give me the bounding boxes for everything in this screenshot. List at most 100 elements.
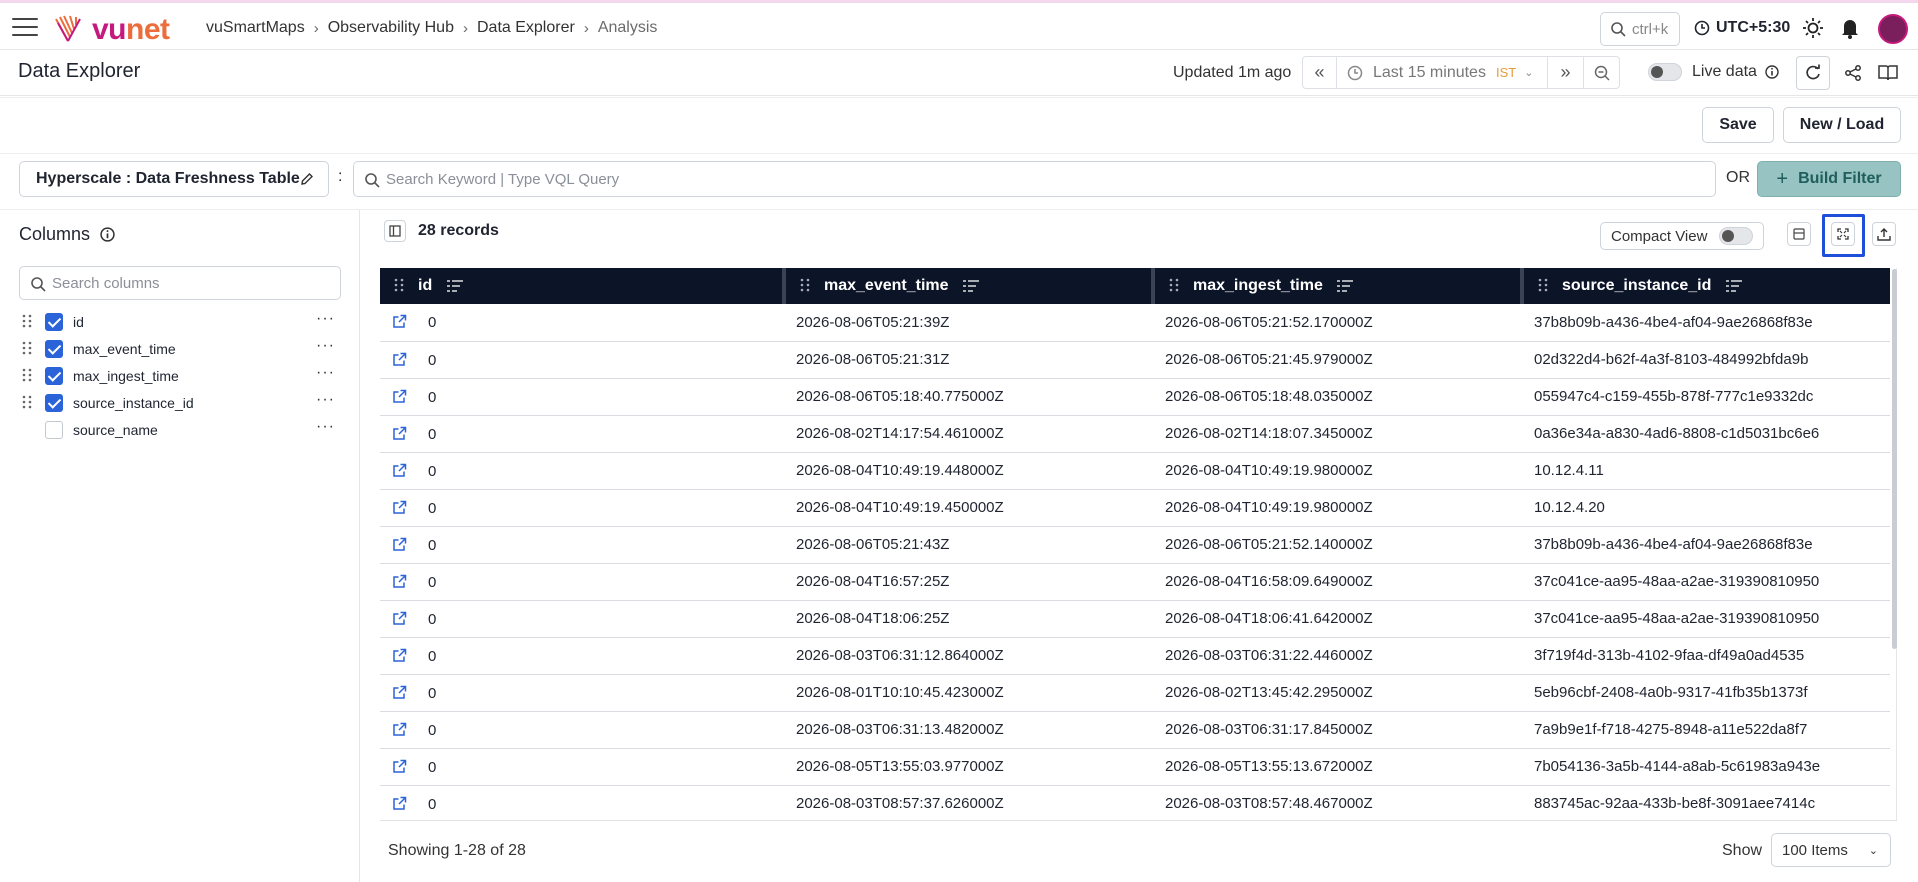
- table-row[interactable]: 0 2026-08-06T05:21:43Z 2026-08-06T05:21:52…: [380, 526, 1890, 563]
- compact-view-label: Compact View: [1611, 227, 1708, 245]
- drag-handle-icon[interactable]: [22, 395, 32, 409]
- cell-max-event-time: 2026-08-04T16:57:25Z: [796, 573, 950, 590]
- live-data-toggle[interactable]: [1648, 63, 1682, 81]
- time-forward-button[interactable]: »: [1547, 57, 1583, 88]
- table-row[interactable]: 0 2026-08-04T18:06:25Z 2026-08-04T18:06:41…: [380, 600, 1890, 637]
- column-checkbox[interactable]: [45, 367, 63, 385]
- table-row[interactable]: 0 2026-08-04T10:49:19.450000Z 2026-08-04T1…: [380, 489, 1890, 526]
- zoom-out-button[interactable]: [1583, 57, 1619, 88]
- external-link-icon[interactable]: [392, 426, 407, 445]
- more-options-icon[interactable]: ···: [316, 364, 335, 382]
- drag-handle-icon[interactable]: [22, 341, 32, 355]
- external-link-icon[interactable]: [392, 574, 407, 593]
- external-link-icon[interactable]: [392, 796, 407, 815]
- info-icon[interactable]: [1765, 65, 1779, 79]
- column-item-max-event-time[interactable]: max_event_time ···: [0, 335, 360, 362]
- compact-view-toggle[interactable]: [1719, 227, 1753, 245]
- refresh-button[interactable]: [1796, 56, 1830, 90]
- save-button[interactable]: Save: [1702, 107, 1774, 143]
- column-search-input[interactable]: Search columns: [19, 266, 341, 300]
- more-options-icon[interactable]: ···: [316, 418, 335, 436]
- column-checkbox[interactable]: [45, 394, 63, 412]
- external-link-icon[interactable]: [392, 314, 407, 333]
- table-row[interactable]: 0 2026-08-05T13:55:03.977000Z 2026-08-05T1…: [380, 748, 1890, 785]
- avatar[interactable]: [1878, 14, 1908, 44]
- drag-handle-icon[interactable]: [22, 314, 32, 328]
- page-size-select[interactable]: 100 Items ⌄: [1771, 833, 1891, 867]
- share-icon[interactable]: [1843, 63, 1863, 83]
- table-row[interactable]: 0 2026-08-04T16:57:25Z 2026-08-04T16:58:09…: [380, 563, 1890, 600]
- drag-handle-icon[interactable]: [22, 368, 32, 382]
- chevron-right-icon: ›: [313, 19, 319, 37]
- global-search-button[interactable]: ctrl+k: [1600, 12, 1680, 46]
- column-checkbox[interactable]: [45, 340, 63, 358]
- more-options-icon[interactable]: ···: [316, 337, 335, 355]
- breadcrumb-item-vusmartmaps[interactable]: vuSmartMaps: [206, 19, 305, 37]
- toggle-columns-panel-button[interactable]: [384, 220, 406, 242]
- bell-icon[interactable]: [1839, 17, 1861, 39]
- column-item-source-instance-id[interactable]: source_instance_id ···: [0, 389, 360, 416]
- timezone-selector[interactable]: UTC+5:30: [1694, 19, 1790, 37]
- table-row[interactable]: 0 2026-08-02T14:17:54.461000Z 2026-08-02T1…: [380, 415, 1890, 452]
- sort-icon[interactable]: [446, 280, 463, 292]
- table-row[interactable]: 0 2026-08-06T05:18:40.775000Z 2026-08-06T0…: [380, 378, 1890, 415]
- external-link-icon[interactable]: [392, 611, 407, 630]
- external-link-icon[interactable]: [392, 685, 407, 704]
- external-link-icon[interactable]: [392, 389, 407, 408]
- table-row[interactable]: 0 2026-08-03T06:31:12.864000Z 2026-08-03T0…: [380, 637, 1890, 674]
- breadcrumb-item-analysis: Analysis: [597, 19, 658, 36]
- external-link-icon[interactable]: [392, 537, 407, 556]
- breadcrumb-item-observability-hub[interactable]: Observability Hub: [328, 19, 454, 37]
- menu-icon[interactable]: [12, 18, 38, 38]
- records-toolbar: 28 records: [384, 220, 499, 242]
- data-source-selector[interactable]: Hyperscale : Data Freshness Table: [19, 161, 329, 197]
- column-item-max-ingest-time[interactable]: max_ingest_time ···: [0, 362, 360, 389]
- external-link-icon[interactable]: [392, 648, 407, 667]
- export-button[interactable]: [1872, 222, 1896, 246]
- new-load-button[interactable]: New / Load: [1783, 107, 1901, 143]
- book-icon[interactable]: [1878, 63, 1898, 83]
- drag-handle-icon[interactable]: [800, 278, 810, 292]
- drag-handle-icon[interactable]: [394, 278, 404, 292]
- column-header-max-event-time[interactable]: max_event_time: [782, 268, 1153, 304]
- column-header-id[interactable]: id: [380, 268, 784, 304]
- double-chevron-right-icon: »: [1560, 62, 1571, 82]
- more-options-icon[interactable]: ···: [316, 310, 335, 328]
- drag-handle-icon[interactable]: [1169, 278, 1179, 292]
- table-scrollbar[interactable]: [1892, 269, 1897, 649]
- theme-toggle-sun-icon[interactable]: [1802, 17, 1824, 39]
- breadcrumb-item-data-explorer[interactable]: Data Explorer: [477, 19, 575, 37]
- column-checkbox[interactable]: [45, 313, 63, 331]
- pencil-icon[interactable]: [300, 172, 314, 186]
- table-row[interactable]: 0 2026-08-01T10:10:45.423000Z 2026-08-02T1…: [380, 674, 1890, 711]
- external-link-icon[interactable]: [392, 352, 407, 371]
- info-icon[interactable]: [100, 227, 115, 242]
- build-filter-button[interactable]: + Build Filter: [1757, 161, 1901, 197]
- external-link-icon[interactable]: [392, 463, 407, 482]
- column-item-id[interactable]: id ···: [0, 308, 360, 335]
- cell-max-ingest-time: 2026-08-05T13:55:13.672000Z: [1165, 758, 1373, 775]
- external-link-icon[interactable]: [392, 722, 407, 741]
- external-link-icon[interactable]: [392, 500, 407, 519]
- table-row[interactable]: 0 2026-08-03T06:31:13.482000Z 2026-08-03T0…: [380, 711, 1890, 748]
- column-item-source-name[interactable]: source_name ···: [0, 416, 360, 443]
- time-back-button[interactable]: «: [1303, 57, 1337, 88]
- sort-icon[interactable]: [1725, 280, 1742, 292]
- table-row[interactable]: 0 2026-08-06T05:21:39Z 2026-08-06T05:21:52…: [380, 304, 1890, 341]
- table-row[interactable]: 0 2026-08-06T05:21:31Z 2026-08-06T05:21:45…: [380, 341, 1890, 378]
- sort-icon[interactable]: [962, 280, 979, 292]
- cell-id: 0: [380, 526, 784, 563]
- column-header-source-instance-id[interactable]: source_instance_id: [1520, 268, 1890, 304]
- query-search-input[interactable]: Search Keyword | Type VQL Query: [353, 161, 1716, 197]
- time-range-selector[interactable]: Last 15 minutes IST ⌄: [1337, 57, 1547, 88]
- sort-icon[interactable]: [1337, 280, 1354, 292]
- external-link-icon[interactable]: [392, 759, 407, 778]
- table-row[interactable]: 0 2026-08-03T08:57:37.626000Z 2026-08-03T0…: [380, 785, 1890, 820]
- vunet-logo[interactable]: vunet: [54, 15, 170, 45]
- column-settings-button[interactable]: [1787, 222, 1811, 246]
- column-header-max-ingest-time[interactable]: max_ingest_time: [1151, 268, 1522, 304]
- column-checkbox[interactable]: [45, 421, 63, 439]
- more-options-icon[interactable]: ···: [316, 391, 335, 409]
- table-row[interactable]: 0 2026-08-04T10:49:19.448000Z 2026-08-04T1…: [380, 452, 1890, 489]
- drag-handle-icon[interactable]: [1538, 278, 1548, 292]
